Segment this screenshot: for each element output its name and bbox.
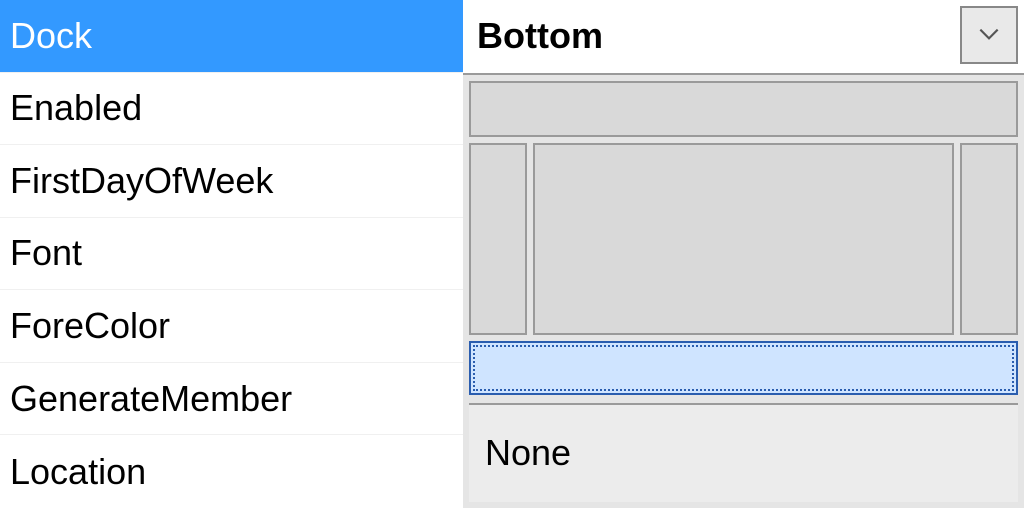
dock-option-top[interactable] xyxy=(469,81,1018,137)
dock-option-fill[interactable] xyxy=(533,143,954,335)
dock-value-cell[interactable]: Bottom xyxy=(463,0,1024,73)
property-label: Enabled xyxy=(10,87,142,129)
chevron-down-icon xyxy=(976,14,1002,56)
property-firstdayofweek[interactable]: FirstDayOfWeek xyxy=(0,145,463,218)
property-values-column: Bottom None xyxy=(463,0,1024,508)
property-label: Dock xyxy=(10,15,92,57)
property-names-column: Dock Enabled FirstDayOfWeek Font ForeCol… xyxy=(0,0,463,508)
property-label: ForeColor xyxy=(10,305,170,347)
dock-option-bottom[interactable] xyxy=(469,341,1018,395)
property-label: Location xyxy=(10,451,146,493)
property-label: Font xyxy=(10,232,82,274)
property-label: GenerateMember xyxy=(10,378,292,420)
dock-selector-panel: None xyxy=(463,73,1024,508)
property-label: FirstDayOfWeek xyxy=(10,160,273,202)
property-generatemember[interactable]: GenerateMember xyxy=(0,363,463,436)
dock-none-label: None xyxy=(485,432,571,474)
property-dock[interactable]: Dock xyxy=(0,0,463,73)
property-grid: Dock Enabled FirstDayOfWeek Font ForeCol… xyxy=(0,0,1024,508)
property-enabled[interactable]: Enabled xyxy=(0,73,463,146)
dock-value-label: Bottom xyxy=(477,15,603,57)
dock-mid-row xyxy=(469,143,1018,335)
dock-option-left[interactable] xyxy=(469,143,527,335)
dock-option-none[interactable]: None xyxy=(469,403,1018,502)
dock-option-right[interactable] xyxy=(960,143,1018,335)
property-location[interactable]: Location xyxy=(0,435,463,508)
dropdown-button[interactable] xyxy=(960,6,1018,64)
property-font[interactable]: Font xyxy=(0,218,463,291)
property-forecolor[interactable]: ForeColor xyxy=(0,290,463,363)
